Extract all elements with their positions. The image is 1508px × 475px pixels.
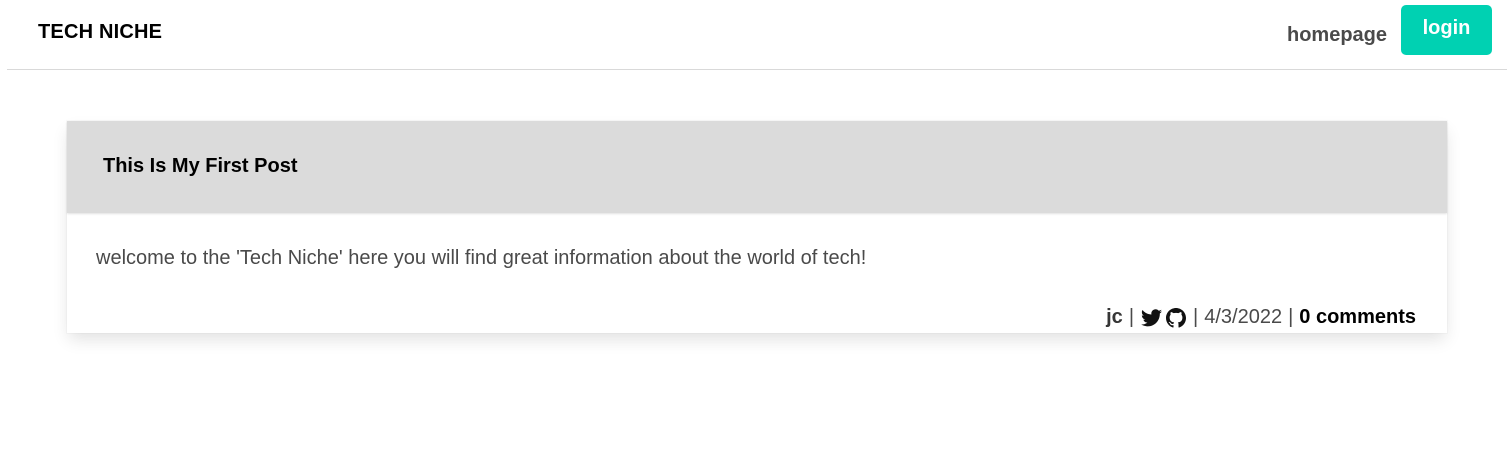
navbar: TECH NICHE homepage login — [7, 0, 1507, 70]
meta-separator: | — [1128, 306, 1135, 328]
post-meta: jc | | 4/3/2022 | 0 comments — [1106, 306, 1416, 329]
post-title[interactable]: This Is My First Post — [103, 155, 297, 178]
meta-separator: | — [1193, 306, 1199, 328]
post-card-header: This Is My First Post — [67, 121, 1447, 213]
brand-logo-text[interactable]: TECH NICHE — [38, 21, 162, 44]
twitter-icon[interactable] — [1140, 307, 1162, 329]
post-date: 4/3/2022 — [1204, 306, 1283, 328]
login-button[interactable]: login — [1401, 5, 1492, 55]
post-author[interactable]: jc — [1106, 306, 1123, 329]
github-icon[interactable] — [1165, 307, 1187, 329]
homepage-link[interactable]: homepage — [1287, 24, 1387, 47]
post-body: welcome to the 'Tech Niche' here you wil… — [96, 247, 867, 269]
post-card: This Is My First Post welcome to the 'Te… — [67, 121, 1447, 333]
meta-separator: | — [1288, 306, 1294, 328]
comments-link[interactable]: 0 comments — [1299, 306, 1416, 329]
